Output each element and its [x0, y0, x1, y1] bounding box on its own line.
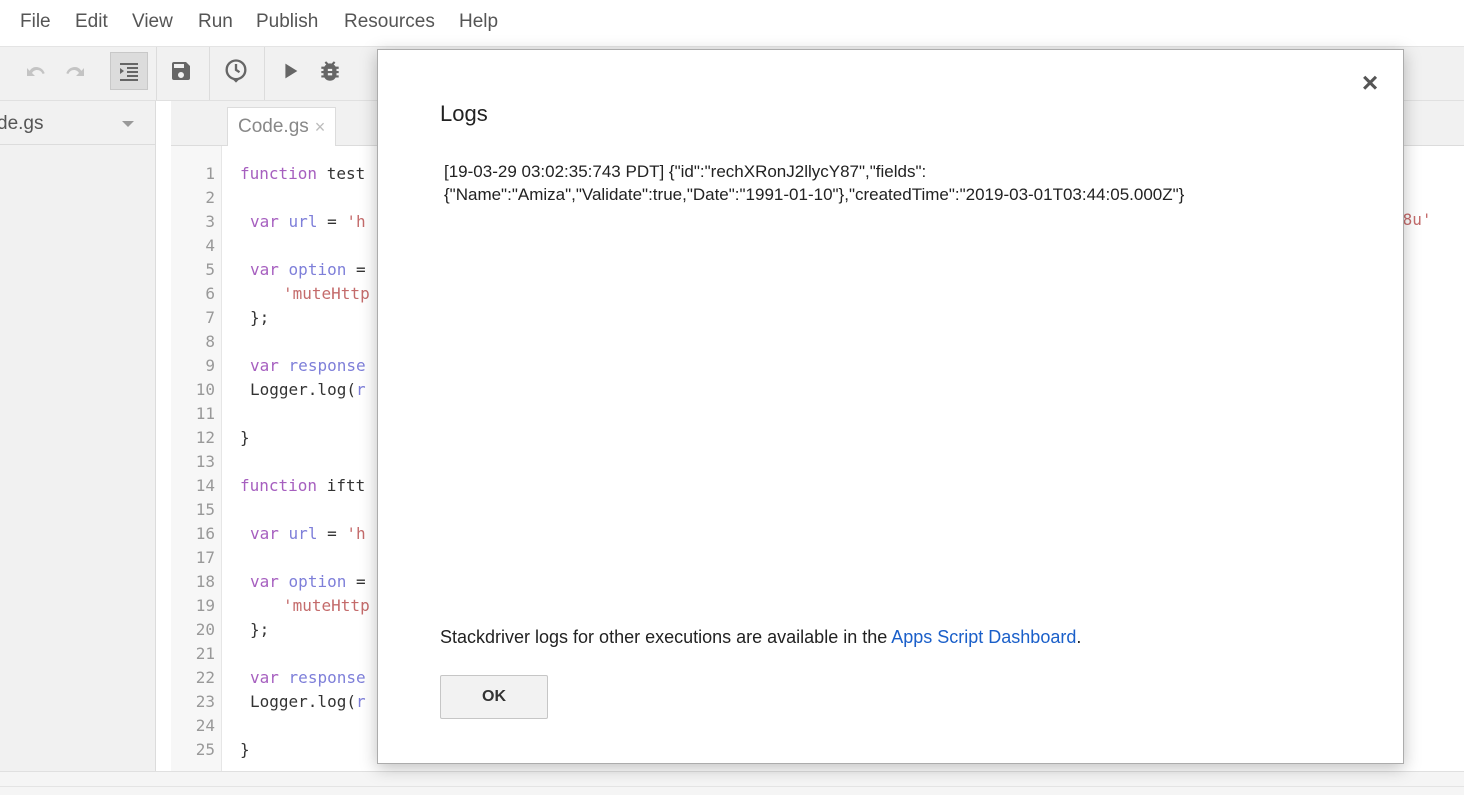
save-button[interactable] [162, 52, 200, 90]
footnote-period: . [1076, 627, 1082, 647]
menu-help[interactable]: Help [459, 11, 498, 33]
menu-bar: File Edit View Run Publish Resources Hel… [0, 0, 1464, 47]
undo-icon [27, 67, 45, 76]
menu-view[interactable]: View [132, 11, 173, 33]
redo-button[interactable] [56, 52, 94, 90]
dialog-title: Logs [440, 101, 488, 126]
redo-icon [66, 67, 84, 76]
tab-code-gs[interactable]: Code.gs × [227, 107, 337, 146]
indent-icon [120, 63, 138, 81]
close-icon[interactable]: × [315, 117, 326, 138]
divider [0, 786, 1464, 787]
menu-file[interactable]: File [20, 11, 51, 33]
file-select-label: de.gs [0, 113, 44, 134]
apps-script-dashboard-link[interactable]: Apps Script Dashboard [891, 627, 1076, 647]
run-icon [285, 63, 298, 79]
triggers-button[interactable] [217, 52, 255, 90]
undo-button[interactable] [17, 52, 55, 90]
menu-edit[interactable]: Edit [75, 11, 108, 33]
menu-resources[interactable]: Resources [344, 11, 435, 33]
log-output: [19-03-29 03:02:35:743 PDT] {"id":"rechX… [444, 160, 1344, 206]
file-select[interactable]: de.gs [0, 101, 155, 145]
footnote-text: Stackdriver logs for other executions ar… [440, 627, 892, 647]
chevron-down-icon [122, 121, 134, 127]
debug-icon [321, 61, 339, 81]
debug-button[interactable] [311, 52, 349, 90]
run-button[interactable] [271, 52, 309, 90]
tab-label: Code.gs [238, 116, 309, 137]
log-line: [19-03-29 03:02:35:743 PDT] {"id":"rechX… [444, 162, 927, 181]
status-strip [0, 771, 1464, 795]
file-panel: de.gs [0, 101, 156, 771]
ok-button[interactable]: OK [440, 675, 548, 719]
menu-run[interactable]: Run [198, 11, 233, 33]
code-lines: function test var url = 'h var option = … [240, 164, 370, 759]
menu-publish[interactable]: Publish [256, 11, 318, 33]
logs-dialog: × Logs [19-03-29 03:02:35:743 PDT] {"id"… [377, 49, 1404, 764]
triggers-icon [225, 59, 247, 83]
stackdriver-note: Stackdriver logs for other executions ar… [440, 627, 1081, 648]
indent-button[interactable] [110, 52, 148, 90]
log-line: {"Name":"Amiza","Validate":true,"Date":"… [444, 185, 1185, 204]
close-icon[interactable]: × [1357, 67, 1383, 98]
save-icon [172, 62, 190, 80]
